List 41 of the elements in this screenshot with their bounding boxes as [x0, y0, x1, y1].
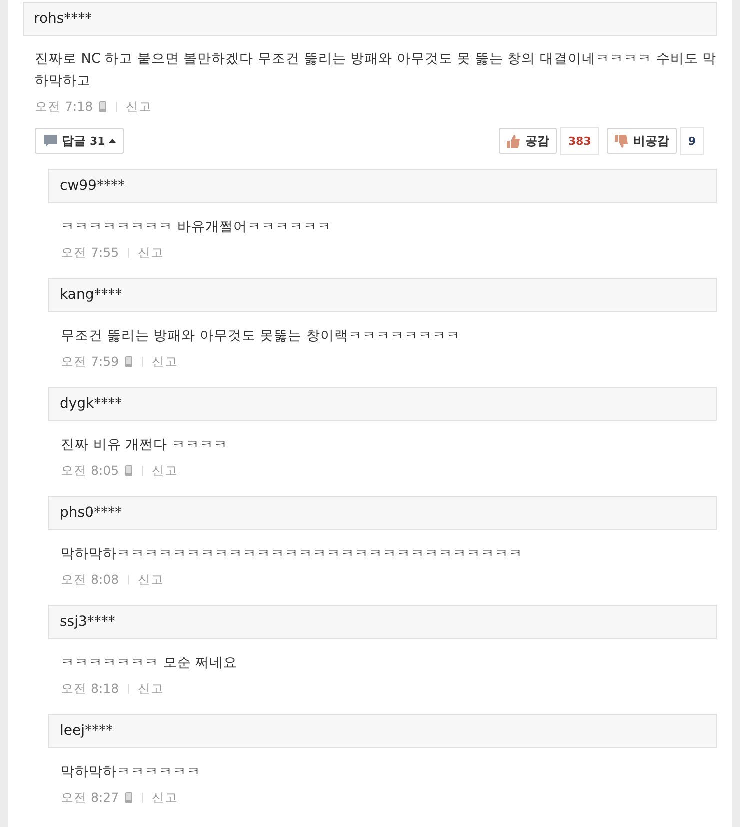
report-link[interactable]: 신고: [152, 462, 178, 480]
reply-author: cw99****: [48, 169, 717, 203]
reply-text: 막하막하ㅋㅋㅋㅋㅋㅋㅋㅋㅋㅋㅋㅋㅋㅋㅋㅋㅋㅋㅋㅋㅋㅋㅋㅋㅋㅋㅋㅋㅋ: [61, 545, 524, 564]
reply-text: 무조건 뚫리는 방패와 아무것도 못뚫는 창이랙ㅋㅋㅋㅋㅋㅋㅋㅋ: [61, 327, 462, 346]
comment-author: rohs****: [23, 2, 717, 36]
reply-button[interactable]: 답글 31: [35, 128, 124, 154]
comment-text: 진짜로 NC 하고 붙으면 볼만하겠다 무조건 뚫리는 방패와 아무것도 못 뚫는 창의 대결이네ㅋㅋㅋㅋ 수비도 막하막하고: [35, 50, 717, 91]
phone-icon: [125, 356, 134, 368]
phone-icon: [99, 101, 108, 113]
reply-text: ㅋㅋㅋㅋㅋㅋㅋㅋ 바유개쩔어ㅋㅋㅋㅋㅋㅋ: [61, 218, 332, 237]
dislike-button[interactable]: 비공감: [607, 128, 678, 154]
report-link[interactable]: 신고: [152, 790, 178, 806]
comment-time: 오전 8:05: [61, 462, 120, 480]
speech-bubble-icon: [43, 134, 58, 148]
report-link[interactable]: 신고: [138, 680, 164, 698]
reply-text: ㅋㅋㅋㅋㅋㅋㅋ 모순 쩌네요: [61, 654, 239, 673]
comment-time: 오전 8:18: [61, 680, 120, 698]
reply-author: kang****: [48, 278, 717, 312]
comment-time: 오전 7:59: [61, 354, 120, 370]
report-link[interactable]: 신고: [126, 98, 152, 116]
phone-icon: [125, 792, 134, 804]
reply-author: leej****: [48, 714, 717, 748]
reply-author: ssj3****: [48, 605, 717, 639]
thumbs-up-icon: [507, 134, 522, 148]
comment-time: 오전 8:27: [61, 790, 120, 806]
like-button[interactable]: 공감: [499, 128, 558, 154]
reply-text: 진짜 비유 개쩐다 ㅋㅋㅋㅋ: [61, 436, 229, 455]
thumbs-down-icon: [615, 134, 630, 148]
caret-up-icon: [109, 139, 116, 143]
comment-time: 오전 8:08: [61, 572, 120, 588]
reply-author: phs0****: [48, 496, 717, 530]
comment-time: 오전 7:55: [61, 244, 120, 262]
like-count: 383: [560, 127, 600, 155]
report-link[interactable]: 신고: [152, 354, 178, 370]
reply-author: dygk****: [48, 387, 717, 421]
reply-text: 막하막하ㅋㅋㅋㅋㅋㅋ: [61, 763, 202, 782]
report-link[interactable]: 신고: [138, 572, 164, 588]
dislike-count: 9: [680, 127, 704, 155]
phone-icon: [125, 465, 134, 477]
report-link[interactable]: 신고: [138, 244, 164, 262]
comment-time: 오전 7:18: [35, 98, 94, 116]
